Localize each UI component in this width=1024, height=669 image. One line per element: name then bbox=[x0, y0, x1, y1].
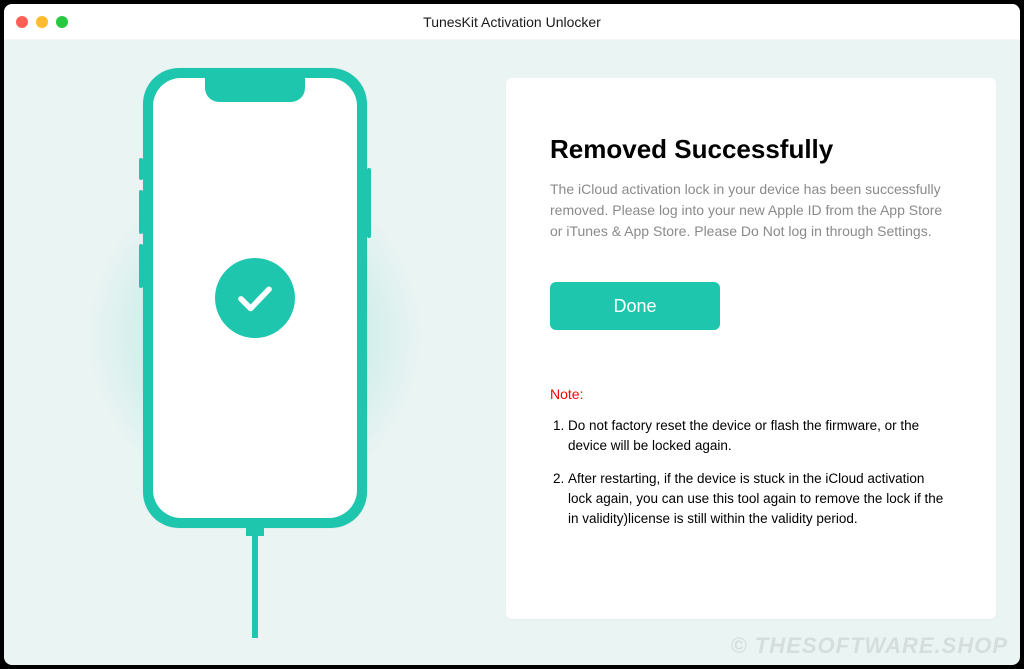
note-label: Note: bbox=[550, 386, 952, 402]
phone-switch-icon bbox=[139, 158, 143, 180]
content-area: Removed Successfully The iCloud activati… bbox=[4, 40, 1020, 665]
close-icon[interactable] bbox=[16, 16, 28, 28]
phone-illustration bbox=[143, 68, 367, 638]
watermark: © THESOFTWARE.SHOP bbox=[731, 633, 1008, 659]
minimize-icon[interactable] bbox=[36, 16, 48, 28]
app-window: TunesKit Activation Unlocker bbox=[4, 4, 1020, 665]
phone-notch-icon bbox=[205, 78, 305, 102]
note-list: Do not factory reset the device or flash… bbox=[550, 416, 952, 529]
window-title: TunesKit Activation Unlocker bbox=[4, 14, 1020, 30]
illustration-panel bbox=[4, 40, 506, 665]
done-button[interactable]: Done bbox=[550, 282, 720, 330]
titlebar: TunesKit Activation Unlocker bbox=[4, 4, 1020, 40]
cable-connector-icon bbox=[246, 526, 264, 536]
cable-icon bbox=[252, 528, 258, 638]
description-text: The iCloud activation lock in your devic… bbox=[550, 179, 952, 242]
note-item: After restarting, if the device is stuck… bbox=[568, 469, 952, 530]
phone-volume-up-icon bbox=[139, 190, 143, 234]
phone-volume-down-icon bbox=[139, 244, 143, 288]
page-title: Removed Successfully bbox=[550, 134, 952, 165]
phone-power-button-icon bbox=[367, 168, 371, 238]
traffic-lights bbox=[16, 16, 68, 28]
note-item: Do not factory reset the device or flash… bbox=[568, 416, 952, 457]
phone-screen bbox=[153, 78, 357, 518]
maximize-icon[interactable] bbox=[56, 16, 68, 28]
checkmark-icon bbox=[215, 258, 295, 338]
message-panel: Removed Successfully The iCloud activati… bbox=[506, 78, 996, 619]
phone-icon bbox=[143, 68, 367, 528]
done-button-label: Done bbox=[613, 296, 656, 317]
